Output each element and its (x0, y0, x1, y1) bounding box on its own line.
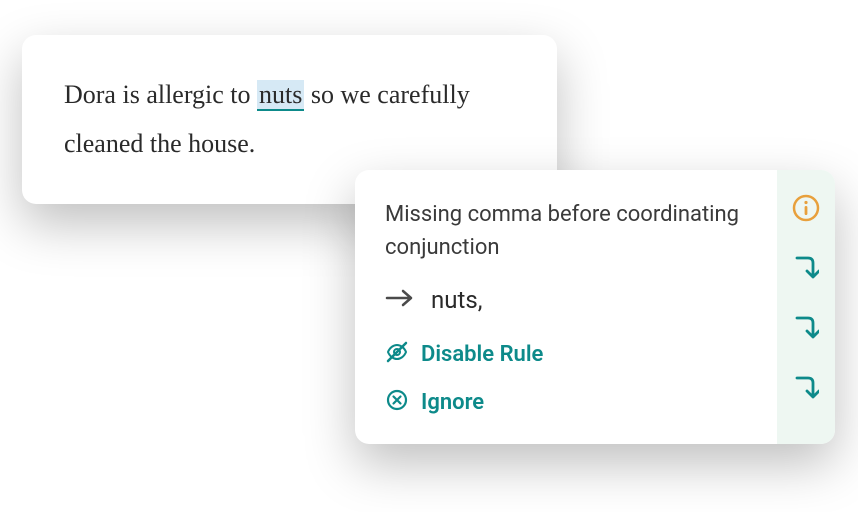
info-icon[interactable] (792, 194, 820, 226)
highlighted-word[interactable]: nuts (257, 80, 304, 111)
suggestion-main: Missing comma before coordinating conjun… (355, 170, 777, 444)
close-circle-icon (385, 388, 409, 416)
disable-rule-label: Disable Rule (421, 342, 543, 367)
suggestion-title: Missing comma before coordinating conjun… (385, 198, 747, 264)
arrow-right-icon (385, 288, 415, 312)
arrow-corner-down-icon[interactable] (793, 254, 819, 286)
editor-sentence[interactable]: Dora is allergic to nuts so we carefully… (64, 70, 515, 169)
disable-rule-action[interactable]: Disable Rule (385, 340, 747, 368)
suggestion-rail (777, 170, 835, 444)
suggestion-replacement[interactable]: nuts, (385, 286, 747, 314)
replacement-text: nuts, (431, 286, 482, 314)
eye-off-icon (385, 340, 409, 368)
sentence-before: Dora is allergic to (64, 80, 257, 109)
suggestion-card: Missing comma before coordinating conjun… (355, 170, 835, 444)
ignore-action[interactable]: Ignore (385, 388, 747, 416)
ignore-label: Ignore (421, 390, 484, 415)
arrow-corner-down-icon[interactable] (793, 314, 819, 346)
arrow-corner-down-icon[interactable] (793, 374, 819, 406)
